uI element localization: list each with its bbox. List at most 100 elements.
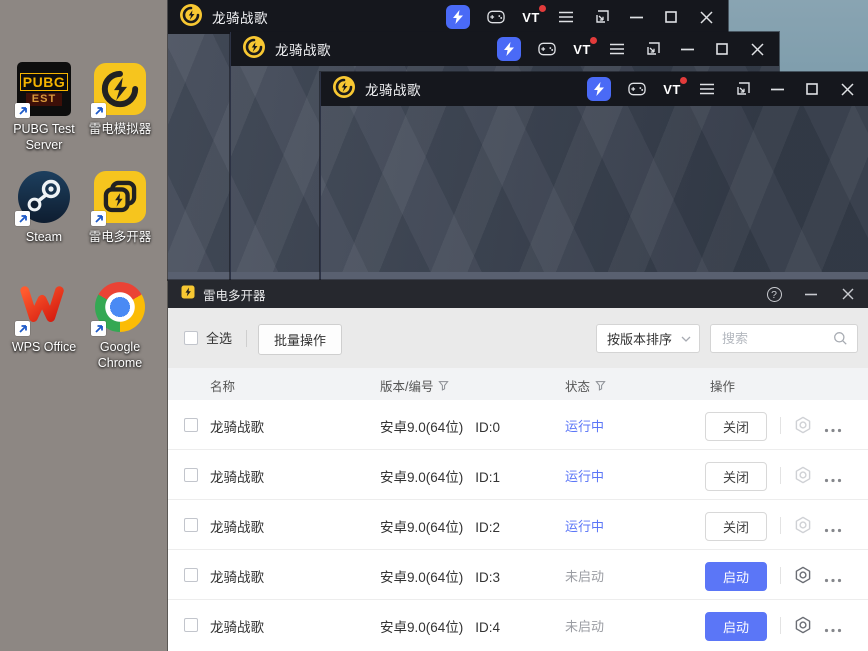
row-checkbox[interactable]: [184, 618, 198, 632]
vt-virtualization-icon[interactable]: VT: [663, 77, 687, 98]
minimize-button[interactable]: [678, 40, 696, 58]
emulator-screen: [321, 106, 868, 280]
instance-status: 运行中: [565, 469, 605, 484]
close-button[interactable]: [840, 286, 856, 302]
more-options-icon[interactable]: [824, 520, 842, 538]
row-checkbox[interactable]: [184, 518, 198, 532]
sort-by-version-dropdown[interactable]: 按版本排序: [596, 324, 700, 353]
close-button[interactable]: [838, 80, 856, 98]
shortcut-arrow-icon: [15, 103, 30, 118]
header-version: 版本/编号: [380, 376, 450, 395]
ldplayer-app-icon: [180, 3, 202, 31]
desktop-icon-google-chrome[interactable]: Google Chrome: [82, 280, 158, 371]
desktop-icon-ldplayer[interactable]: 雷电模拟器: [82, 62, 158, 137]
instance-name: 龙骑战歌: [210, 470, 264, 485]
start-instance-button[interactable]: 启动: [705, 562, 767, 591]
gamepad-icon[interactable]: [487, 8, 505, 26]
maximize-button[interactable]: [713, 40, 731, 58]
row-checkbox[interactable]: [184, 418, 198, 432]
close-button[interactable]: [697, 8, 715, 26]
more-options-icon[interactable]: [824, 620, 842, 638]
ldplayer-app-icon: [243, 35, 265, 63]
menu-icon[interactable]: [557, 8, 575, 26]
shortcut-arrow-icon: [15, 211, 30, 226]
settings-gear-icon[interactable]: [793, 615, 813, 635]
instance-version: 安卓9.0(64位) ID:2: [380, 520, 501, 535]
more-options-icon[interactable]: [824, 420, 842, 438]
filter-funnel-icon[interactable]: [595, 380, 606, 391]
snap-corner-icon[interactable]: [592, 8, 610, 26]
select-all-checkbox[interactable]: [184, 331, 198, 345]
shortcut-arrow-icon: [91, 103, 106, 118]
ops-divider: [780, 417, 781, 434]
desktop-icon-wps-office[interactable]: WPS Office: [6, 280, 82, 355]
stop-instance-button[interactable]: 关闭: [705, 462, 767, 491]
ops-divider: [780, 467, 781, 484]
select-all-label: 全选: [206, 331, 233, 346]
instance-row-0: 龙骑战歌 安卓9.0(64位) ID:0 运行中 关闭: [168, 400, 868, 450]
search-input[interactable]: [720, 330, 833, 347]
instance-name: 龙骑战歌: [210, 520, 264, 535]
manager-titlebar[interactable]: 雷电多开器 ?: [168, 280, 868, 308]
snap-corner-icon[interactable]: [733, 80, 751, 98]
boost-lightning-icon[interactable]: [497, 37, 521, 61]
vt-virtualization-icon[interactable]: VT: [522, 5, 546, 26]
stop-instance-button[interactable]: 关闭: [705, 512, 767, 541]
minimize-button[interactable]: [627, 8, 645, 26]
gamepad-icon[interactable]: [538, 40, 556, 58]
window-title: 龙骑战歌: [365, 83, 421, 98]
shortcut-arrow-icon: [91, 211, 106, 226]
desktop-icon-pubg-test-server[interactable]: PUBG EST PUBG Test Server: [6, 62, 82, 153]
minimize-button[interactable]: [768, 80, 786, 98]
stop-instance-button[interactable]: 关闭: [705, 412, 767, 441]
minimize-button[interactable]: [803, 286, 819, 302]
maximize-button[interactable]: [662, 8, 680, 26]
help-icon[interactable]: ?: [766, 286, 782, 302]
emulator-titlebar[interactable]: 龙骑战歌 VT: [231, 32, 779, 66]
desktop-icon-steam[interactable]: Steam: [6, 170, 82, 245]
vt-alert-dot: [590, 37, 597, 44]
start-instance-button[interactable]: 启动: [705, 612, 767, 641]
pubg-icon-subtext: EST: [25, 92, 63, 106]
snap-corner-icon[interactable]: [643, 40, 661, 58]
header-name: 名称: [210, 380, 236, 394]
maximize-button[interactable]: [803, 80, 821, 98]
more-options-icon[interactable]: [824, 570, 842, 588]
batch-operations-button[interactable]: 批量操作: [258, 324, 343, 355]
row-checkbox[interactable]: [184, 468, 198, 482]
instance-row-1: 龙骑战歌 安卓9.0(64位) ID:1 运行中 关闭: [168, 450, 868, 500]
vt-label: VT: [522, 9, 540, 25]
vt-virtualization-icon[interactable]: VT: [573, 37, 597, 58]
ops-divider: [780, 617, 781, 634]
instance-status: 未启动: [565, 619, 605, 634]
desktop-icon-label: 雷电模拟器: [88, 122, 152, 136]
toolbar-divider: [246, 330, 247, 347]
ops-divider: [780, 517, 781, 534]
settings-gear-icon[interactable]: [793, 565, 813, 585]
settings-gear-icon[interactable]: [793, 465, 813, 485]
window-title: 龙骑战歌: [275, 43, 331, 58]
filter-funnel-icon[interactable]: [438, 380, 450, 391]
emulator-titlebar[interactable]: 龙骑战歌 VT: [321, 72, 868, 106]
multi-instance-manager-window: 雷电多开器 ? 全选 批量操作 按版本排序 名称 版本/编号: [168, 280, 868, 651]
search-box[interactable]: [710, 324, 858, 353]
ldplayer-app-icon: [333, 75, 355, 103]
instance-name: 龙骑战歌: [210, 420, 264, 435]
boost-lightning-icon[interactable]: [587, 77, 611, 101]
settings-gear-icon[interactable]: [793, 415, 813, 435]
menu-icon[interactable]: [698, 80, 716, 98]
shortcut-arrow-icon: [15, 321, 30, 336]
more-options-icon[interactable]: [824, 470, 842, 488]
desktop-icon-label: WPS Office: [11, 340, 77, 354]
boost-lightning-icon[interactable]: [446, 5, 470, 29]
menu-icon[interactable]: [608, 40, 626, 58]
emulator-titlebar[interactable]: 龙骑战歌 VT: [168, 0, 728, 34]
shortcut-arrow-icon: [91, 321, 106, 336]
row-checkbox[interactable]: [184, 568, 198, 582]
header-operations: 操作: [710, 380, 736, 394]
desktop-icon-ld-multiplayer[interactable]: 雷电多开器: [82, 170, 158, 245]
close-button[interactable]: [748, 40, 766, 58]
settings-gear-icon[interactable]: [793, 515, 813, 535]
instance-name: 龙骑战歌: [210, 620, 264, 635]
gamepad-icon[interactable]: [628, 80, 646, 98]
